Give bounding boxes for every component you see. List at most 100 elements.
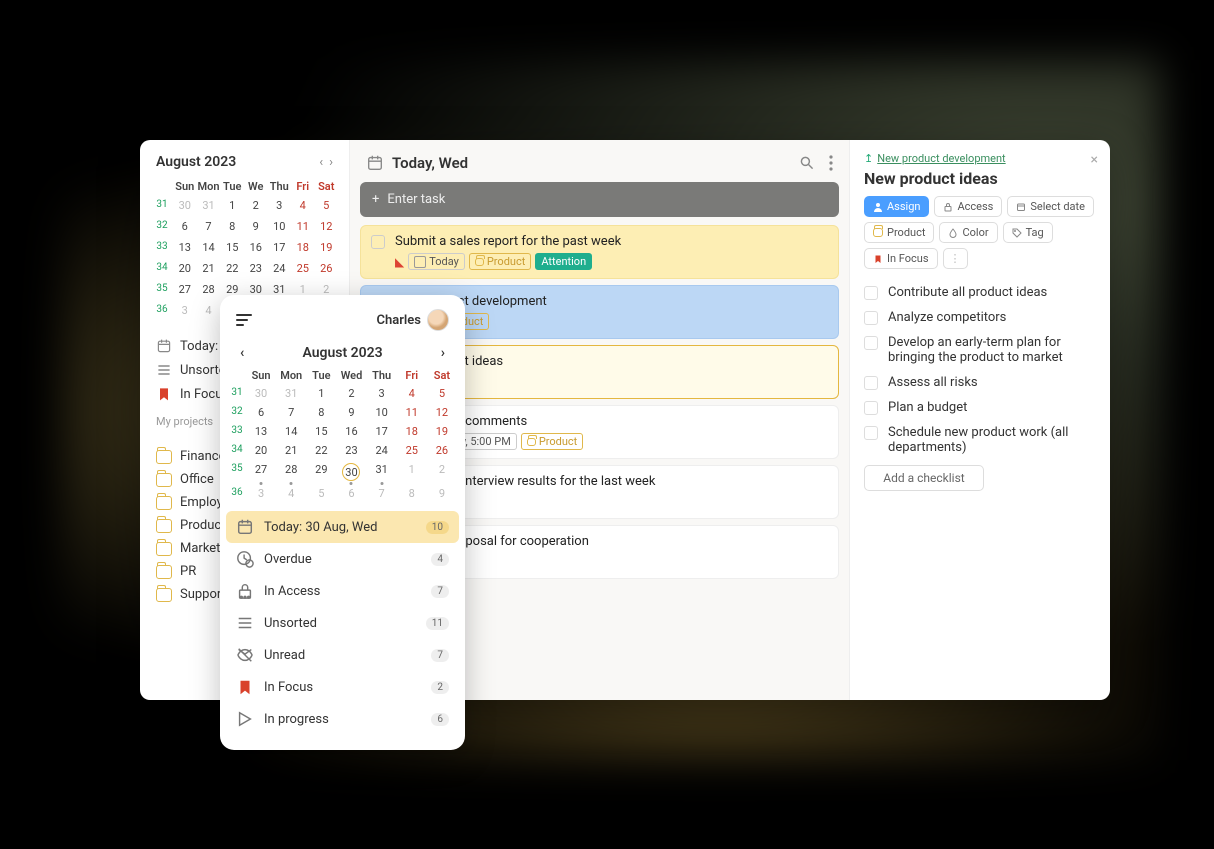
calendar-day[interactable]: 4 <box>276 484 306 503</box>
chip-assign[interactable]: Assign <box>864 196 929 217</box>
calendar-day[interactable]: 25 <box>292 258 314 279</box>
mobile-nav-item[interactable]: In Access 7 <box>226 575 459 607</box>
checklist-checkbox[interactable] <box>864 376 878 390</box>
close-icon[interactable]: × <box>1091 152 1098 168</box>
breadcrumb[interactable]: ↥ New product development <box>864 152 1096 165</box>
next-month-icon[interactable]: › <box>329 155 333 170</box>
calendar-day[interactable]: 1 <box>397 460 427 484</box>
mobile-nav-item[interactable]: In Focus 2 <box>226 671 459 703</box>
calendar-day[interactable]: 23 <box>336 441 366 460</box>
calendar-day[interactable]: 12 <box>427 403 457 422</box>
calendar-day[interactable]: 3 <box>246 484 276 503</box>
mobile-nav-item[interactable]: Unread 7 <box>226 639 459 671</box>
calendar-day[interactable]: 14 <box>276 422 306 441</box>
calendar-day[interactable]: 20 <box>246 441 276 460</box>
calendar-day[interactable]: 31 <box>367 460 397 484</box>
calendar-day[interactable]: 7 <box>367 484 397 503</box>
task-card[interactable]: Submit a sales report for the past week … <box>360 225 839 279</box>
enter-task[interactable]: + Enter task <box>360 182 839 217</box>
calendar-day[interactable]: 13 <box>174 237 196 258</box>
mobile-nav-item[interactable]: Unsorted 11 <box>226 607 459 639</box>
calendar-day[interactable]: 24 <box>269 258 291 279</box>
calendar-day[interactable]: 24 <box>367 441 397 460</box>
calendar-day[interactable]: 10 <box>269 216 291 237</box>
calendar-day[interactable]: 3 <box>174 300 196 321</box>
calendar-day[interactable]: 5 <box>316 195 338 216</box>
calendar-day[interactable]: 6 <box>174 216 196 237</box>
calendar-day[interactable]: 17 <box>367 422 397 441</box>
prev-month-icon[interactable]: ‹ <box>240 345 244 361</box>
calendar-day[interactable]: 23 <box>245 258 267 279</box>
calendar-day[interactable]: 16 <box>336 422 366 441</box>
add-checklist-button[interactable]: Add a checklist <box>864 465 984 491</box>
calendar-day[interactable]: 16 <box>245 237 267 258</box>
chip-access[interactable]: Access <box>934 196 1002 217</box>
checklist-checkbox[interactable] <box>864 286 878 300</box>
search-icon[interactable] <box>799 155 815 171</box>
calendar-day[interactable]: 30 <box>336 460 366 484</box>
calendar-day[interactable]: 9 <box>336 403 366 422</box>
calendar-day[interactable]: 15 <box>306 422 336 441</box>
calendar-day[interactable]: 11 <box>292 216 314 237</box>
calendar-day[interactable]: 15 <box>222 237 244 258</box>
prev-month-icon[interactable]: ‹ <box>319 155 323 170</box>
checklist-item[interactable]: Schedule new product work (all departmen… <box>864 425 1096 455</box>
chip-focus[interactable]: In Focus <box>864 248 938 269</box>
breadcrumb-link[interactable]: New product development <box>877 152 1005 165</box>
calendar-day[interactable]: 12 <box>316 216 338 237</box>
mobile-nav-item[interactable]: Today: 30 Aug, Wed 10 <box>226 511 459 543</box>
calendar-day[interactable]: 21 <box>198 258 220 279</box>
calendar-day[interactable]: 30 <box>174 195 196 216</box>
checklist-item[interactable]: Analyze competitors <box>864 310 1096 325</box>
checklist-item[interactable]: Contribute all product ideas <box>864 285 1096 300</box>
calendar-day[interactable]: 31 <box>276 384 306 403</box>
menu-icon[interactable] <box>236 314 252 326</box>
calendar-day[interactable]: 26 <box>316 258 338 279</box>
calendar-day[interactable]: 6 <box>336 484 366 503</box>
calendar-day[interactable]: 30 <box>246 384 276 403</box>
checklist-checkbox[interactable] <box>864 401 878 415</box>
checklist-checkbox[interactable] <box>864 311 878 325</box>
calendar-day[interactable]: 26 <box>427 441 457 460</box>
calendar-day[interactable]: 29 <box>306 460 336 484</box>
calendar-day[interactable]: 7 <box>276 403 306 422</box>
checklist-checkbox[interactable] <box>864 426 878 440</box>
calendar-day[interactable]: 9 <box>427 484 457 503</box>
mobile-nav-item[interactable]: In progress 6 <box>226 703 459 735</box>
chip-tag[interactable]: Tag <box>1003 222 1053 243</box>
chip-product[interactable]: Product <box>864 222 934 243</box>
calendar-day[interactable]: 27 <box>246 460 276 484</box>
mobile-calendar[interactable]: SunMonTueWedThuFriSat3130311234532678910… <box>226 367 459 503</box>
calendar-day[interactable]: 25 <box>397 441 427 460</box>
calendar-day[interactable]: 20 <box>174 258 196 279</box>
calendar-day[interactable]: 31 <box>198 195 220 216</box>
calendar-day[interactable]: 3 <box>269 195 291 216</box>
checklist-item[interactable]: Assess all risks <box>864 375 1096 390</box>
calendar-day[interactable]: 19 <box>427 422 457 441</box>
more-icon[interactable] <box>829 155 833 171</box>
user-chip[interactable]: Charles <box>377 309 449 331</box>
calendar-day[interactable]: 28 <box>198 279 220 300</box>
calendar-day[interactable]: 22 <box>222 258 244 279</box>
checklist-item[interactable]: Develop an early-term plan for bringing … <box>864 335 1096 365</box>
mobile-nav-item[interactable]: Overdue 4 <box>226 543 459 575</box>
calendar-day[interactable]: 4 <box>292 195 314 216</box>
calendar-day[interactable]: 3 <box>367 384 397 403</box>
next-month-icon[interactable]: › <box>441 345 445 361</box>
checklist-item[interactable]: Plan a budget <box>864 400 1096 415</box>
calendar-day[interactable]: 18 <box>292 237 314 258</box>
calendar-day[interactable]: 5 <box>306 484 336 503</box>
calendar-day[interactable]: 19 <box>316 237 338 258</box>
calendar-day[interactable]: 22 <box>306 441 336 460</box>
calendar-day[interactable]: 10 <box>367 403 397 422</box>
calendar-day[interactable]: 9 <box>245 216 267 237</box>
calendar-day[interactable]: 4 <box>397 384 427 403</box>
calendar-day[interactable]: 27 <box>174 279 196 300</box>
calendar-day[interactable]: 5 <box>427 384 457 403</box>
task-checkbox[interactable] <box>371 235 385 249</box>
calendar-day[interactable]: 1 <box>306 384 336 403</box>
calendar-day[interactable]: 8 <box>222 216 244 237</box>
calendar-day[interactable]: 17 <box>269 237 291 258</box>
calendar-day[interactable]: 6 <box>246 403 276 422</box>
calendar-day[interactable]: 11 <box>397 403 427 422</box>
